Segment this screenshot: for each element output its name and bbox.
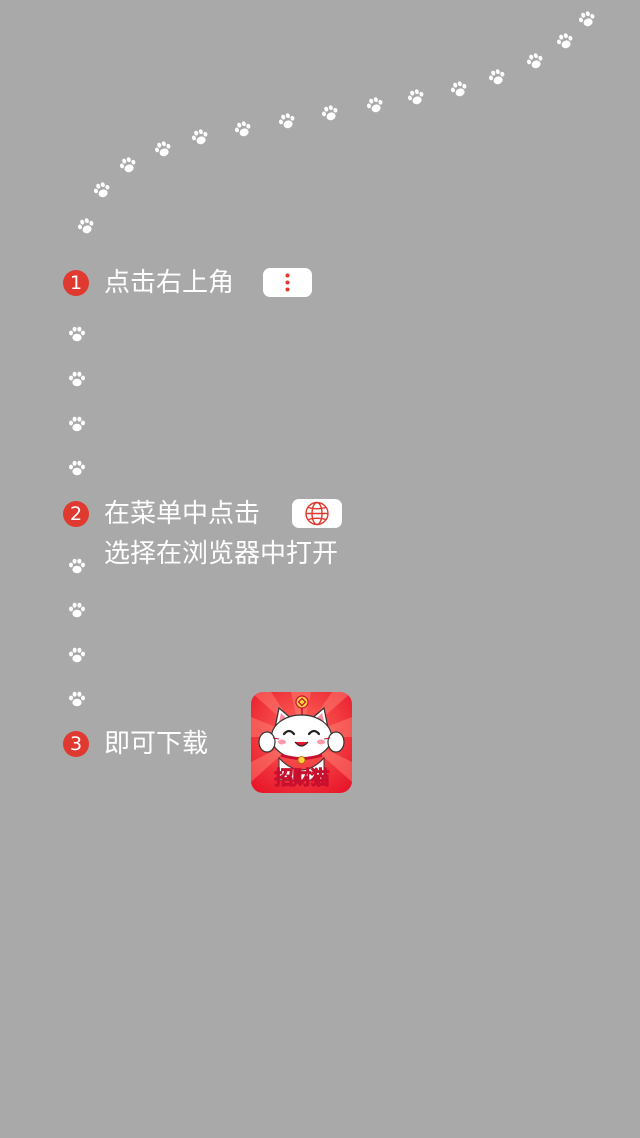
paw-print-icon (484, 64, 509, 89)
paw-print-icon (317, 100, 342, 125)
paw-print-icon (230, 116, 255, 141)
paw-print-icon (187, 124, 212, 149)
paw-print-icon (552, 28, 577, 53)
paw-print-icon (274, 108, 299, 133)
open-in-browser-button[interactable] (292, 499, 342, 528)
app-name-label: 招财猫 (274, 767, 330, 790)
step-2-text: 在菜单中点击 (104, 499, 261, 529)
app-icon[interactable]: 招财猫 (251, 692, 352, 793)
paw-print-icon (446, 76, 471, 101)
step-1-text: 点击右上角 (104, 268, 235, 298)
paw-print-icon (362, 92, 387, 117)
step-2-subtext: 选择在浏览器中打开 (104, 539, 339, 569)
paw-print-icon (67, 458, 87, 478)
step-3-text: 即可下载 (104, 729, 209, 759)
paw-print-icon (73, 213, 98, 238)
step-2-badge: 2 (63, 501, 89, 527)
more-vertical-icon (285, 273, 290, 292)
globe-icon (305, 501, 329, 526)
paw-print-icon (67, 414, 87, 434)
paw-print-icon (67, 600, 87, 620)
paw-print-icon (67, 369, 87, 389)
paw-print-icon (403, 84, 428, 109)
paw-print-icon (574, 6, 599, 31)
step-1-badge: 1 (63, 270, 89, 296)
step-3-badge: 3 (63, 731, 89, 757)
download-guide-page: 1 点击右上角 2 在菜单中点击 选择在浏览器中打开 3 即可下载 招财猫 (0, 0, 640, 1138)
paw-print-icon (150, 136, 175, 161)
more-menu-button[interactable] (263, 268, 312, 297)
paw-print-icon (522, 48, 547, 73)
paw-print-icon (67, 689, 87, 709)
paw-print-icon (89, 177, 114, 202)
paw-print-icon (115, 152, 140, 177)
paw-print-icon (67, 556, 87, 576)
paw-print-icon (67, 324, 87, 344)
paw-print-icon (67, 645, 87, 665)
